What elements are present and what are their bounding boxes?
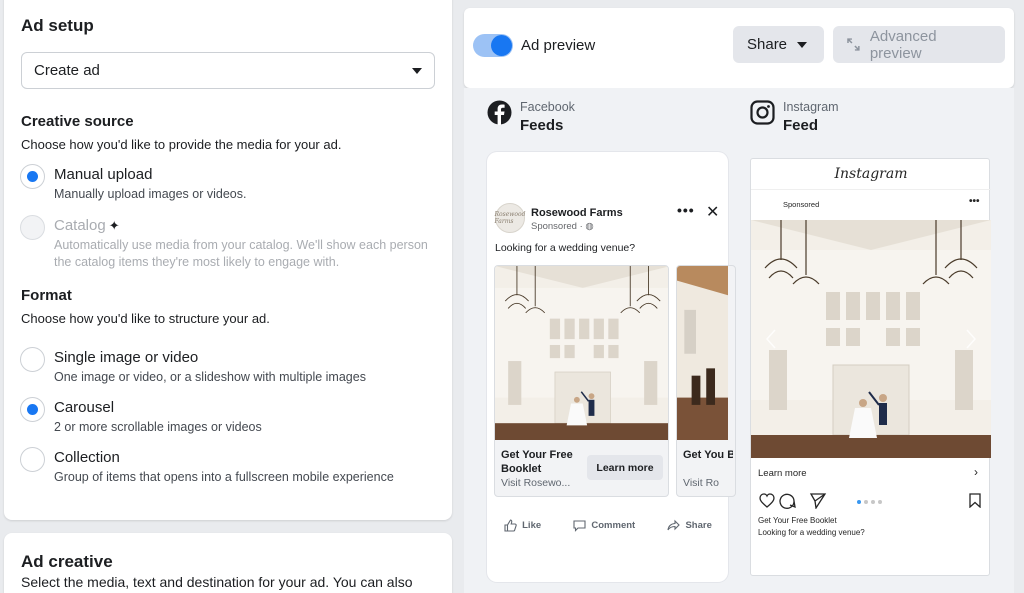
instagram-post-preview: Instagram Sponsored ••• Learn more › Get… — [750, 158, 991, 576]
carousel-card[interactable]: Get You Booklet Visit Ro — [676, 265, 736, 497]
share-label: Share — [747, 36, 788, 53]
option-description: One image or video, or a slideshow with … — [54, 370, 366, 384]
instagram-action-icons — [759, 493, 827, 510]
bookmark-icon[interactable] — [969, 493, 981, 508]
instagram-actions — [759, 493, 849, 514]
share-button[interactable]: Share — [733, 26, 824, 63]
instagram-platform-name: Instagram — [783, 100, 839, 114]
card-headline: Get Your Free Booklet — [501, 449, 573, 475]
instagram-wordmark: Instagram — [834, 166, 908, 182]
carousel-card[interactable]: Get Your Free Booklet Visit Rosewo... Le… — [494, 265, 669, 497]
format-desc: Choose how you'd like to structure your … — [21, 311, 270, 326]
instagram-placement-name: Feed — [783, 117, 819, 134]
option-label: Single image or video — [54, 349, 199, 366]
comment-action[interactable]: Comment — [573, 519, 635, 532]
divider — [751, 189, 991, 190]
radio-catalog — [20, 215, 45, 240]
option-label: Collection — [54, 449, 120, 466]
caption-text: Looking for a wedding venue? — [758, 528, 865, 537]
chevron-down-icon — [412, 67, 422, 74]
carousel-dot — [871, 500, 875, 504]
chevron-right-icon[interactable]: › — [974, 465, 978, 479]
option-description: Manually upload images or videos. — [54, 187, 247, 201]
radio-carousel[interactable] — [20, 397, 45, 422]
comment-bubble-icon — [779, 493, 796, 509]
option-label: Manual upload — [54, 166, 153, 183]
carousel-image — [495, 266, 668, 440]
carousel-image — [751, 220, 991, 458]
learn-more-button[interactable]: Learn more — [587, 455, 663, 480]
ad-creative-desc: Select the media, text and destination f… — [21, 574, 413, 590]
preview-toolbar: Ad preview Share Advanced preview — [464, 8, 1014, 88]
expand-icon — [847, 38, 860, 51]
carousel-dots — [857, 500, 882, 504]
facebook-placement-header: Facebook Feeds — [487, 100, 575, 134]
post-text: Looking for a wedding venue? — [495, 242, 636, 254]
radio-single-image[interactable] — [20, 347, 45, 372]
previews-area: Facebook Feeds Instagram Feed Rosewood F… — [464, 88, 1014, 593]
ad-type-value: Create ad — [34, 62, 100, 79]
more-options-icon[interactable]: ••• — [677, 202, 695, 218]
chevron-down-icon — [797, 41, 808, 48]
ad-creative-title: Ad creative — [21, 552, 113, 571]
sponsored-text: Sponsored · — [531, 221, 586, 232]
card-link: Visit Ro — [683, 477, 719, 489]
carousel-image — [677, 266, 729, 440]
creative-source-desc: Choose how you'd like to provide the med… — [21, 137, 342, 152]
page-avatar: Rosewood Farms — [495, 203, 525, 233]
option-label-wrap: Catalog ✦ — [54, 217, 120, 234]
more-options-icon[interactable]: ••• — [969, 196, 980, 207]
ad-setup-card: Ad setup Create ad Creative source Choos… — [4, 0, 452, 520]
caption-headline: Get Your Free Booklet — [758, 516, 837, 525]
share-label: Share — [685, 520, 712, 531]
ad-preview-toggle[interactable] — [473, 34, 513, 57]
toggle-knob — [491, 35, 512, 56]
instagram-placement-header: Instagram Feed — [750, 100, 839, 134]
carousel-dot — [878, 500, 882, 504]
sponsored-label: Sponsored · ◍ — [531, 221, 594, 232]
radio-manual-upload[interactable] — [20, 164, 45, 189]
heart-icon — [759, 493, 775, 508]
advanced-preview-button[interactable]: Advanced preview — [833, 26, 1005, 63]
share-arrow-icon — [667, 519, 681, 531]
advanced-preview-label: Advanced preview — [869, 27, 937, 62]
carousel-dot — [864, 500, 868, 504]
learn-more-link[interactable]: Learn more — [758, 468, 807, 479]
page-name: Rosewood Farms — [531, 207, 623, 219]
comment-label: Comment — [591, 520, 636, 531]
avatar-text: Rosewood Farms — [494, 211, 526, 225]
globe-icon: ◍ — [585, 221, 594, 232]
facebook-icon — [487, 100, 512, 125]
option-label: Catalog — [54, 217, 106, 234]
instagram-icon — [750, 100, 775, 125]
like-icon — [504, 519, 517, 532]
facebook-post-preview: Rosewood Farms Rosewood Farms Sponsored … — [488, 196, 736, 540]
card-link: Visit Rosewo... — [501, 477, 571, 489]
ad-preview-label: Ad preview — [521, 37, 596, 54]
option-description: 2 or more scrollable images or videos — [54, 420, 262, 434]
comment-icon — [573, 520, 586, 532]
ad-setup-title: Ad setup — [21, 16, 94, 35]
option-description: Group of items that opens into a fullscr… — [54, 470, 394, 484]
share-action[interactable]: Share — [667, 519, 712, 532]
send-icon — [809, 493, 827, 510]
sponsored-label: Sponsored — [783, 200, 820, 209]
post-actions: Like Comment Share — [488, 519, 728, 532]
card-headline: Get You Booklet — [683, 449, 733, 461]
option-description: Automatically use media from your catalo… — [54, 238, 428, 269]
close-icon[interactable]: ✕ — [706, 202, 719, 222]
creative-source-title: Creative source — [21, 113, 134, 130]
ad-type-dropdown[interactable]: Create ad — [21, 52, 435, 89]
radio-collection[interactable] — [20, 447, 45, 472]
like-action[interactable]: Like — [504, 519, 541, 532]
option-label: Carousel — [54, 399, 115, 416]
carousel-dot — [857, 500, 861, 504]
sparkle-icon: ✦ — [108, 218, 120, 233]
facebook-platform-name: Facebook — [520, 100, 575, 114]
like-label: Like — [522, 520, 542, 531]
format-title: Format — [21, 287, 72, 304]
facebook-placement-name: Feeds — [520, 117, 564, 134]
ad-creative-card: Ad creative Select the media, text and d… — [4, 533, 452, 593]
